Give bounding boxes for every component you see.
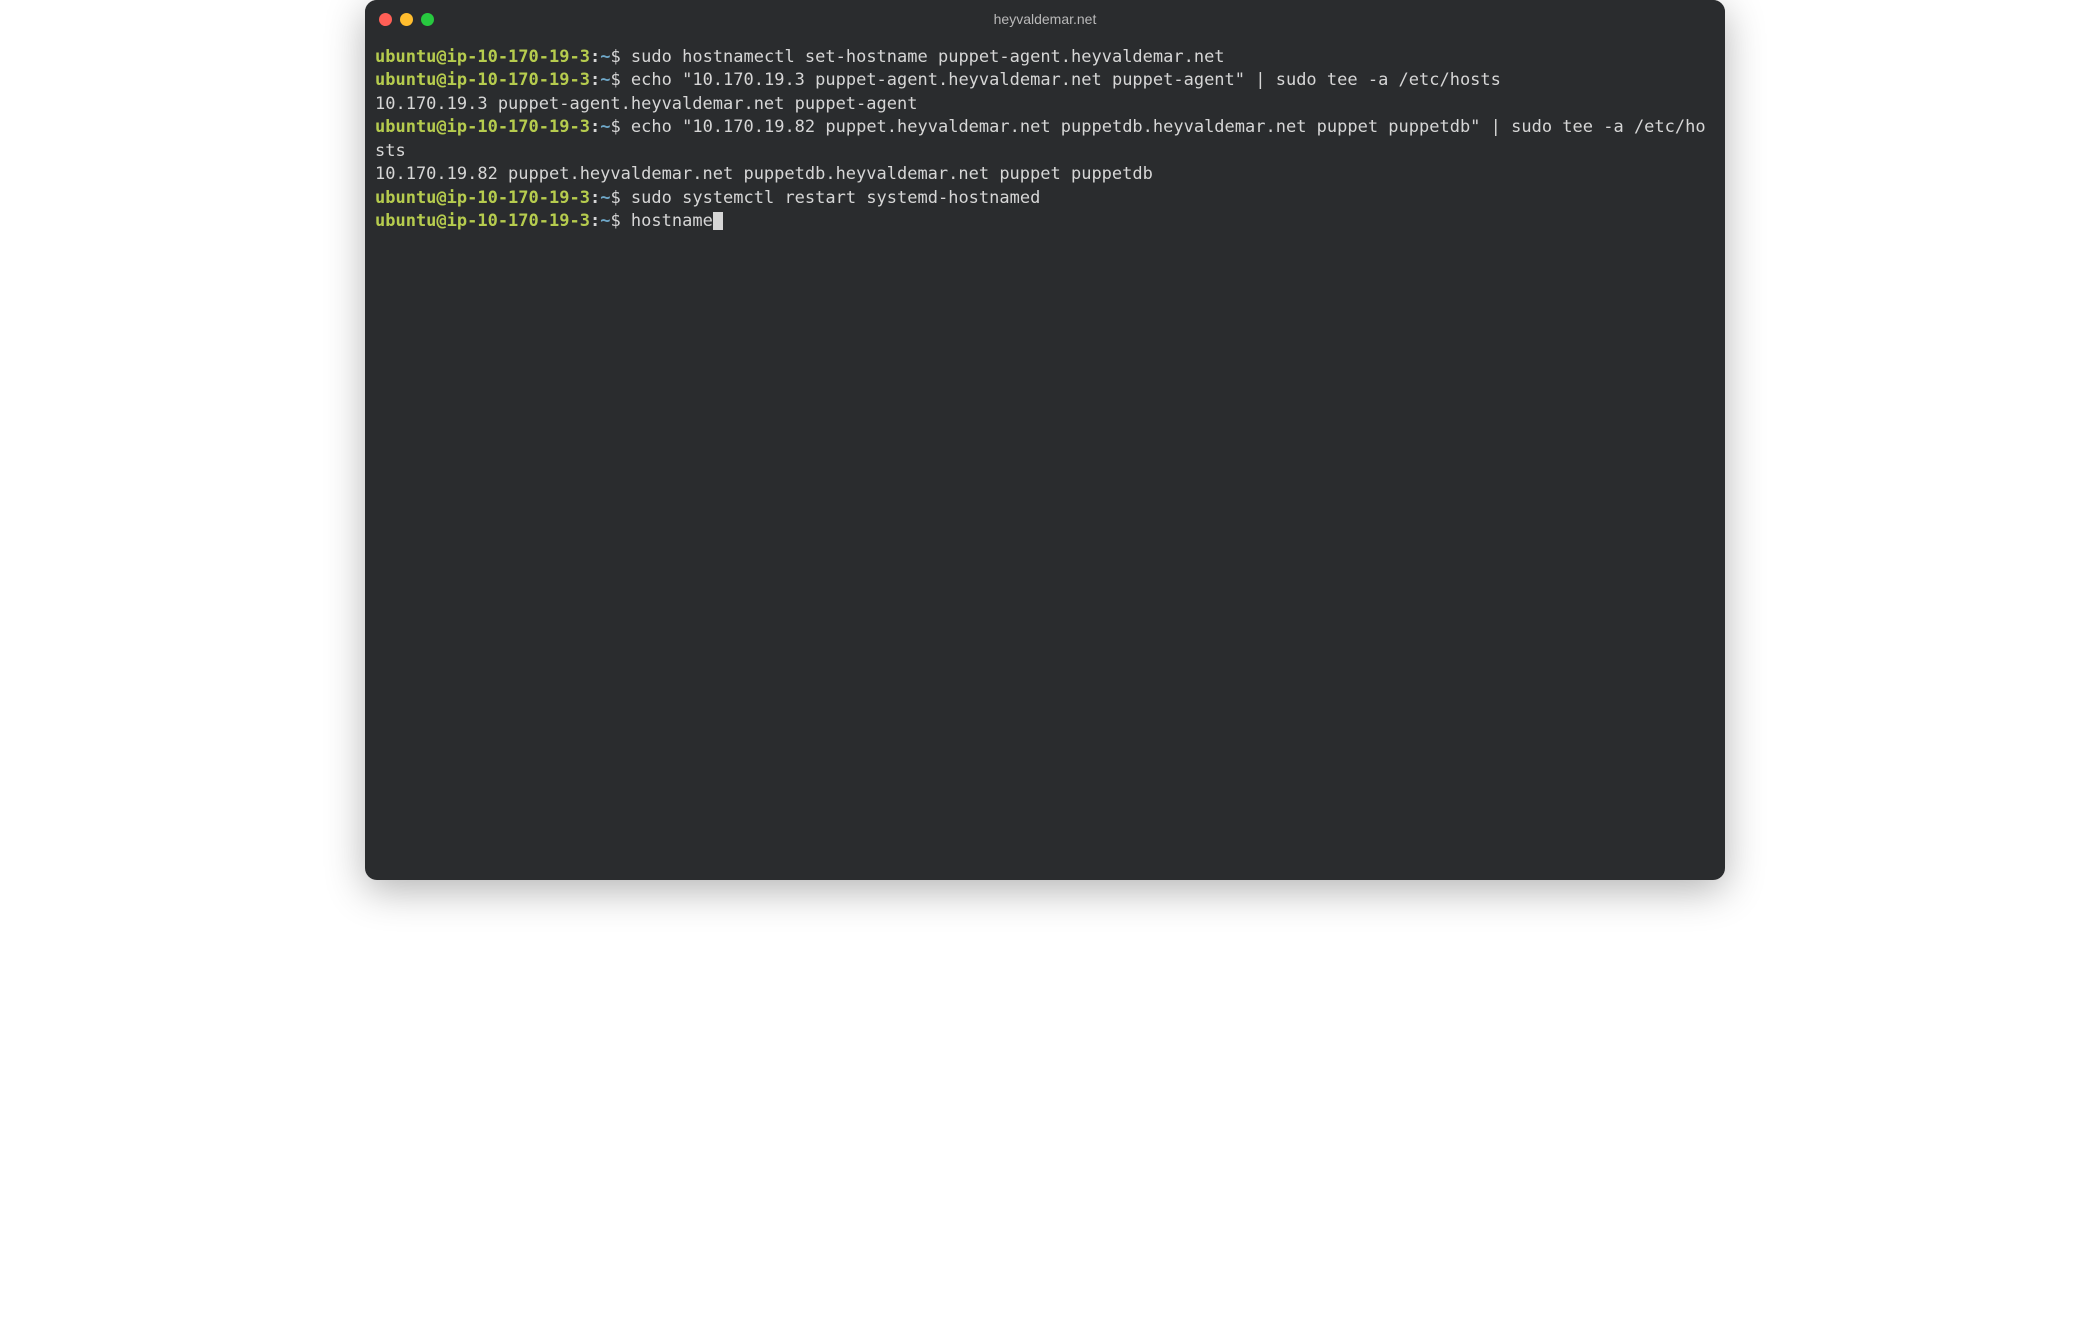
output-line: 10.170.19.82 puppet.heyvaldemar.net pupp… — [375, 163, 1715, 186]
window-title: heyvaldemar.net — [365, 11, 1725, 27]
prompt-separator: : — [590, 117, 600, 137]
prompt-symbol: $ — [610, 211, 630, 231]
prompt-user-host: ubuntu@ip-10-170-19-3 — [375, 70, 590, 90]
prompt-path: ~ — [600, 188, 610, 208]
output-text: 10.170.19.82 puppet.heyvaldemar.net pupp… — [375, 164, 1153, 184]
prompt-user-host: ubuntu@ip-10-170-19-3 — [375, 211, 590, 231]
command-text: hostname — [631, 211, 713, 231]
output-line: 10.170.19.3 puppet-agent.heyvaldemar.net… — [375, 93, 1715, 116]
prompt-path: ~ — [600, 211, 610, 231]
command-line: ubuntu@ip-10-170-19-3:~$ hostname — [375, 210, 1715, 233]
prompt-symbol: $ — [610, 117, 630, 137]
output-text: 10.170.19.3 puppet-agent.heyvaldemar.net… — [375, 94, 917, 114]
prompt-path: ~ — [600, 47, 610, 67]
prompt-separator: : — [590, 188, 600, 208]
prompt-separator: : — [590, 211, 600, 231]
maximize-icon[interactable] — [421, 13, 434, 26]
prompt-user-host: ubuntu@ip-10-170-19-3 — [375, 47, 590, 67]
terminal-window: heyvaldemar.net ubuntu@ip-10-170-19-3:~$… — [365, 0, 1725, 880]
command-text: sudo hostnamectl set-hostname puppet-age… — [631, 47, 1225, 67]
prompt-symbol: $ — [610, 188, 630, 208]
close-icon[interactable] — [379, 13, 392, 26]
prompt-path: ~ — [600, 117, 610, 137]
command-line: ubuntu@ip-10-170-19-3:~$ sudo systemctl … — [375, 187, 1715, 210]
command-line: ubuntu@ip-10-170-19-3:~$ echo "10.170.19… — [375, 69, 1715, 92]
command-text: echo "10.170.19.3 puppet-agent.heyvaldem… — [631, 70, 1501, 90]
prompt-symbol: $ — [610, 47, 630, 67]
prompt-symbol: $ — [610, 70, 630, 90]
prompt-user-host: ubuntu@ip-10-170-19-3 — [375, 188, 590, 208]
minimize-icon[interactable] — [400, 13, 413, 26]
traffic-lights — [379, 13, 434, 26]
prompt-separator: : — [590, 70, 600, 90]
prompt-separator: : — [590, 47, 600, 67]
prompt-path: ~ — [600, 70, 610, 90]
title-bar[interactable]: heyvaldemar.net — [365, 0, 1725, 38]
command-line: ubuntu@ip-10-170-19-3:~$ sudo hostnamect… — [375, 46, 1715, 69]
terminal-body[interactable]: ubuntu@ip-10-170-19-3:~$ sudo hostnamect… — [365, 38, 1725, 880]
cursor-icon — [713, 212, 723, 230]
command-text: sudo systemctl restart systemd-hostnamed — [631, 188, 1040, 208]
command-line: ubuntu@ip-10-170-19-3:~$ echo "10.170.19… — [375, 116, 1715, 163]
prompt-user-host: ubuntu@ip-10-170-19-3 — [375, 117, 590, 137]
